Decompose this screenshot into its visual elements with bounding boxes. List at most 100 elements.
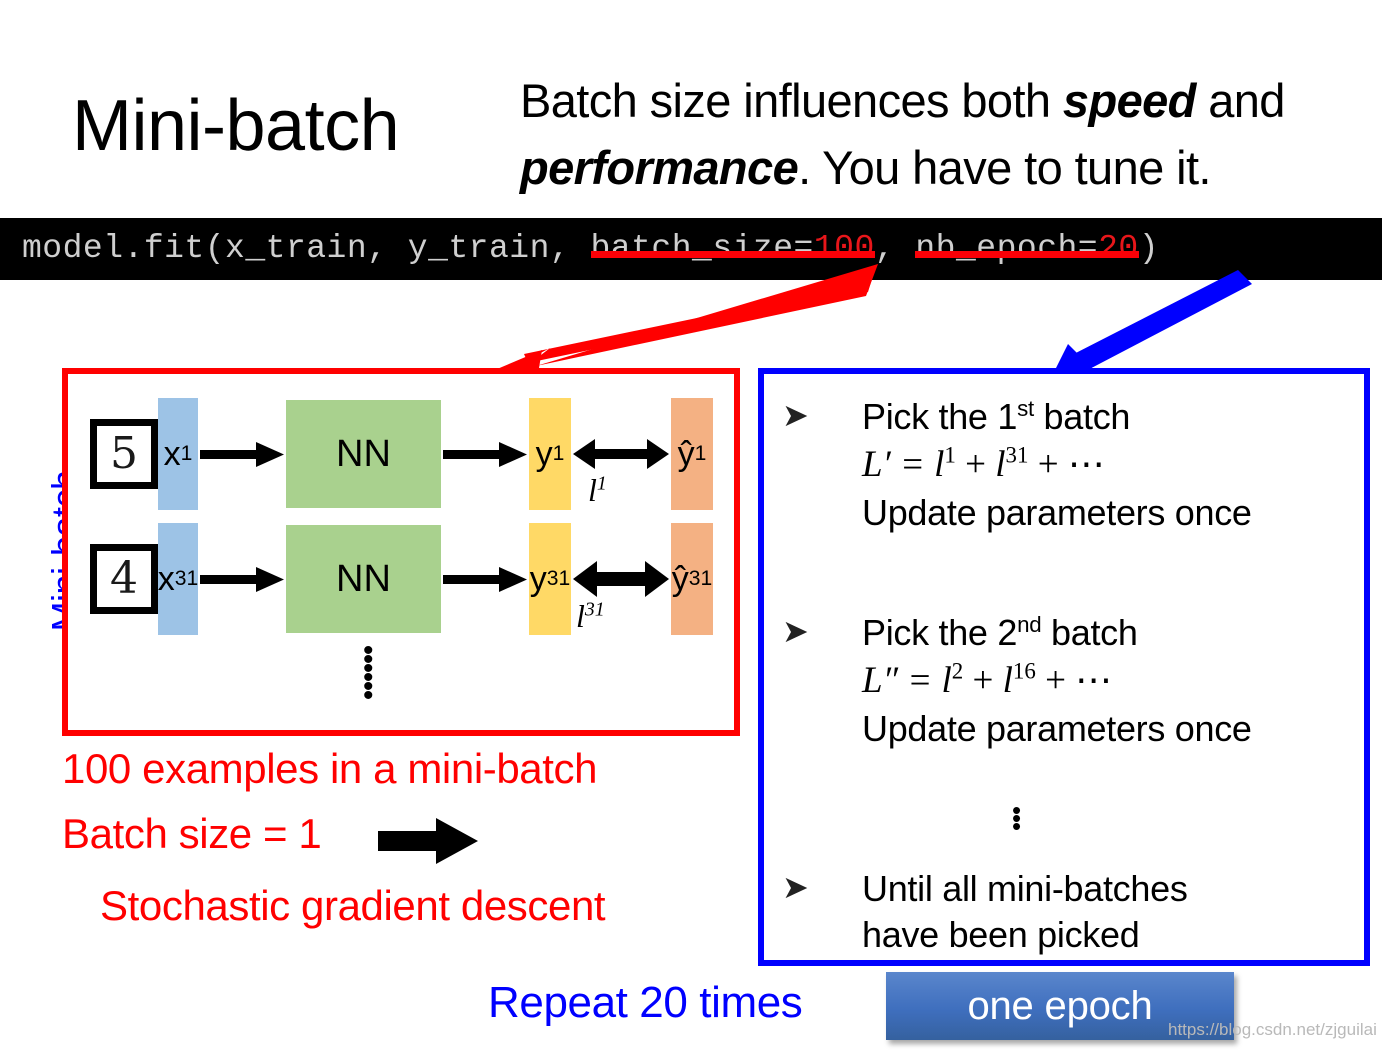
formula-term2: l [1002,660,1013,702]
forward-arrow-icon [200,442,284,467]
headline-emphasis-speed: speed [1062,74,1196,127]
mini-batch-diagram-box: 5 x1 NN y1 ŷ 1 l1 4 x 31 NN y 31 ŷ 31 l3… [62,368,740,736]
formula-term2-superscript: 16 [1012,658,1036,684]
bullet-line-2: have been picked [862,914,1140,956]
neural-network-box: NN [286,525,441,633]
bullet-formula: L′ = l1 + l31 + ⋯ [862,440,1362,490]
bullet-line-1: Until all mini-batches [862,868,1188,909]
headline-emphasis-performance: performance [520,140,799,194]
bullet-arrow-icon: ➤ [782,396,809,434]
formula-term1-superscript: 1 [944,442,956,468]
code-arg-nb-epoch-key: nb_epoch= [915,230,1099,267]
output-vector-box: y1 [529,398,571,510]
output-label: y [535,434,553,473]
forward-arrow-icon [443,567,527,592]
bullet-heading-prefix: Pick the 2 [862,612,1018,653]
formula-lhs: L″ = [862,660,942,702]
vertical-ellipsis: • • • • • • [363,634,374,712]
input-label: x [163,434,181,473]
code-arg-batch-size: batch_size=100 [591,230,875,267]
bullet-heading-suffix: batch [1033,396,1131,437]
digit-glyph: 5 [110,428,138,479]
formula-term1: l [941,660,952,702]
output-vector-box: y 31 [529,523,571,635]
code-arg-batch-size-key: batch_size= [590,230,814,267]
vertical-ellipsis: • • • [1012,795,1022,841]
nn-label: NN [336,432,391,475]
forward-arrow-icon [443,442,527,467]
formula-term1-superscript: 2 [951,658,964,684]
input-label: x [157,559,175,598]
bullet-arrow-icon: ➤ [782,868,809,906]
input-vector-box: x1 [158,398,198,510]
input-vector-box: x 31 [158,523,198,635]
forward-arrow-icon [200,567,284,592]
formula-lhs: L′ = [862,444,935,486]
bullet-body: Pick the 2nd batch L″ = l2 + l16 + ⋯ Upd… [862,610,1362,752]
headline-part2: and [1195,74,1285,127]
bullet-heading: Pick the 1st batch [862,394,1362,440]
formula-term1: l [934,444,945,486]
bullet-body: Until all mini-batches have been picked [862,866,1362,958]
loss-double-arrow-icon [573,561,669,597]
headline-part1: Batch size influences both [520,74,1063,127]
digit-image-thumbnail: 4 [90,544,158,614]
bullet-heading-ordinal: st [1017,396,1034,421]
code-arg-nb-epoch: nb_epoch=20 [915,230,1138,267]
target-vector-box: ŷ1 [671,398,713,510]
code-separator: , [874,230,916,267]
formula-term2-superscript: 31 [1005,442,1029,468]
bullet-formula: L″ = l2 + l16 + ⋯ [862,656,1362,706]
formula-plus2: + ⋯ [1028,444,1105,486]
loss-label: l1 [588,472,607,509]
slide-canvas: Mini-batch Batch size influences both sp… [0,0,1382,1052]
mini-batch-row: 5 x1 NN y1 ŷ 1 [68,394,734,514]
bullet-body: Pick the 1st batch L′ = l1 + l31 + ⋯ Upd… [862,394,1362,536]
code-arg-nb-epoch-value: 20 [1098,230,1139,267]
mini-batch-row: 4 x 31 NN y 31 ŷ 31 [68,519,734,639]
repeat-times-text: Repeat 20 times [488,978,803,1027]
note-batch-size-one: Batch size = 1 [62,810,322,857]
nn-label: NN [336,557,391,600]
target-label: ŷ [677,434,695,473]
formula-plus1: + [963,660,1003,702]
target-label: ŷ [671,559,689,598]
loss-symbol: l [576,598,585,634]
loss-label: l31 [576,598,605,635]
page-title: Mini-batch [72,86,400,166]
loss-superscript: 31 [584,598,605,621]
digit-image-thumbnail: 5 [90,419,158,489]
code-line: model.fit(x_train, y_train, batch_size=1… [0,230,1159,267]
target-vector-box: ŷ 31 [671,523,713,635]
bullet-heading-prefix: Pick the 1 [862,396,1018,437]
neural-network-box: NN [286,400,441,508]
note-examples-per-minibatch: 100 examples in a mini-batch [62,745,598,792]
watermark-url: https://blog.csdn.net/zjguilai [1168,1020,1377,1039]
epoch-steps-box: ➤ Pick the 1st batch L′ = l1 + l31 + ⋯ U… [758,368,1370,966]
bullet-item: ➤ Pick the 1st batch L′ = l1 + l31 + ⋯ U… [782,394,1362,536]
headline-text: Batch size influences both speed and per… [520,68,1382,201]
bullet-item: ➤ Until all mini-batches have been picke… [782,866,1362,958]
code-snippet-bar: model.fit(x_train, y_train, batch_size=1… [0,218,1382,280]
loss-double-arrow-icon [573,439,669,469]
formula-term2: l [995,444,1006,486]
code-prefix: model.fit(x_train, y_train, [22,230,591,267]
output-label: y [529,559,547,598]
digit-glyph: 4 [110,553,138,604]
red-callout-arrow [490,264,878,374]
bullet-note: Update parameters once [862,492,1252,534]
loss-symbol: l [588,472,597,508]
bullet-arrow-icon: ➤ [782,612,809,650]
formula-plus2: + ⋯ [1035,660,1113,702]
code-arg-batch-size-value: 100 [813,230,875,267]
bullet-heading-suffix: batch [1041,612,1138,653]
headline-part3: . You have to tune it. [798,140,1211,194]
code-suffix: ) [1138,230,1160,267]
blue-callout-arrow [1050,270,1252,380]
black-block-arrow-icon [378,818,478,864]
loss-superscript: 1 [596,472,607,495]
bullet-heading: Pick the 2nd batch [862,610,1362,656]
bullet-heading-ordinal: nd [1017,612,1042,637]
bullet-item: ➤ Pick the 2nd batch L″ = l2 + l16 + ⋯ U… [782,610,1362,752]
formula-plus1: + [955,444,996,486]
